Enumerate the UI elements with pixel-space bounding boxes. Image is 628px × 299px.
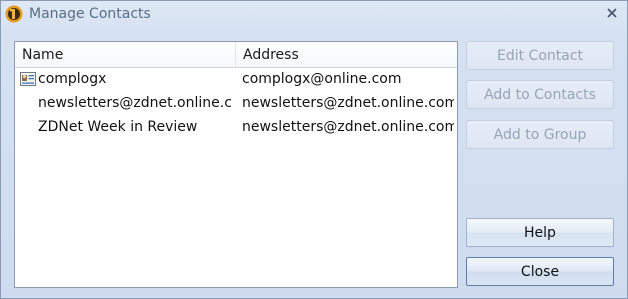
contact-name: ZDNet Week in Review xyxy=(38,119,198,135)
close-icon[interactable] xyxy=(605,6,619,20)
edit-contact-button[interactable]: Edit Contact xyxy=(466,41,614,70)
close-button[interactable]: Close xyxy=(466,257,614,286)
column-label-name: Name xyxy=(22,47,64,63)
contact-name: newsletters@zdnet.online.c... xyxy=(38,95,233,111)
add-to-contacts-button[interactable]: Add to Contacts xyxy=(466,80,614,109)
contact-name: complogx xyxy=(38,71,107,87)
contacts-list[interactable]: Name Address complogx complogx@online.co… xyxy=(14,41,458,288)
contact-card-icon xyxy=(20,72,36,86)
manage-contacts-dialog: Manage Contacts Name Address complogx co… xyxy=(0,0,628,299)
app-logo-icon xyxy=(5,5,23,23)
column-header-name[interactable]: Name xyxy=(15,42,236,67)
contact-address: complogx@online.com xyxy=(242,71,402,87)
list-item[interactable]: complogx complogx@online.com xyxy=(15,68,457,92)
add-to-group-button[interactable]: Add to Group xyxy=(466,120,614,149)
window-title: Manage Contacts xyxy=(29,6,151,22)
list-header: Name Address xyxy=(15,42,457,68)
column-label-address: Address xyxy=(243,47,299,63)
contact-address: newsletters@zdnet.online.com xyxy=(242,119,454,135)
contact-address: newsletters@zdnet.online.com xyxy=(242,95,454,111)
help-button[interactable]: Help xyxy=(466,218,614,247)
list-item[interactable]: ZDNet Week in Review newsletters@zdnet.o… xyxy=(15,116,457,140)
column-header-address[interactable]: Address xyxy=(236,42,457,67)
title-bar: Manage Contacts xyxy=(1,1,627,29)
list-item[interactable]: newsletters@zdnet.online.c... newsletter… xyxy=(15,92,457,116)
